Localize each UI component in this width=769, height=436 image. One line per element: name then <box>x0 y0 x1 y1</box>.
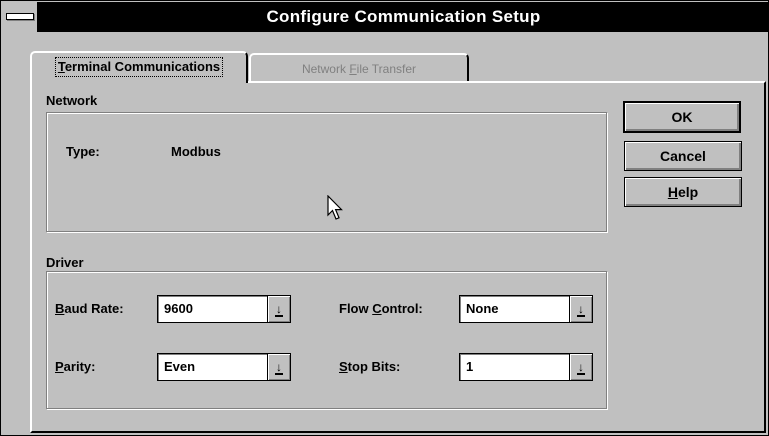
stop-bits-dropdown[interactable]: 1 ↓ <box>459 353 593 381</box>
stop-bits-value: 1 <box>466 359 474 374</box>
stop-bits-label: Stop Bits: <box>339 359 401 374</box>
baud-rate-dropdown[interactable]: 9600 ↓ <box>157 295 291 323</box>
driver-group-heading: Driver <box>46 255 84 270</box>
flow-control-label: Flow Control: <box>339 301 423 316</box>
dropdown-arrow-icon[interactable]: ↓ <box>569 296 592 322</box>
title-bar[interactable]: Configure Communication Setup <box>2 2 769 32</box>
flow-control-dropdown[interactable]: None ↓ <box>459 295 593 323</box>
dropdown-arrow-icon[interactable]: ↓ <box>267 354 290 380</box>
network-type-value: Modbus <box>171 144 221 159</box>
parity-value: Even <box>164 359 196 374</box>
help-mnemonic: H <box>667 184 678 200</box>
baud-rate-value: 9600 <box>164 301 193 316</box>
tab-label-network-file-transfer: Network File Transfer <box>301 62 417 76</box>
ok-button[interactable]: OK <box>623 101 741 133</box>
network-type-label: Type: <box>66 144 100 159</box>
baud-rate-label: Baud Rate: <box>55 301 124 316</box>
driver-group <box>46 271 607 409</box>
tab-label-terminal-communications: Terminal Communications <box>54 57 224 77</box>
dialog-window: Configure Communication Setup Network Fi… <box>0 0 769 436</box>
parity-dropdown[interactable]: Even ↓ <box>157 353 291 381</box>
system-menu-button[interactable] <box>2 2 38 32</box>
cancel-button[interactable]: Cancel <box>624 141 742 171</box>
mouse-pointer-icon <box>327 195 343 220</box>
flow-control-value: None <box>466 301 499 316</box>
tab-terminal-communications[interactable]: Terminal Communications <box>30 51 248 83</box>
tab-network-file-transfer[interactable]: Network File Transfer <box>249 53 469 81</box>
system-menu-icon <box>6 13 34 20</box>
parity-label: Parity: <box>55 359 96 374</box>
help-button[interactable]: Help <box>624 177 742 207</box>
network-group-heading: Network <box>46 93 98 108</box>
window-title: Configure Communication Setup <box>266 7 541 26</box>
help-rest: elp <box>677 184 699 200</box>
dropdown-arrow-icon[interactable]: ↓ <box>267 296 290 322</box>
dropdown-arrow-icon[interactable]: ↓ <box>569 354 592 380</box>
